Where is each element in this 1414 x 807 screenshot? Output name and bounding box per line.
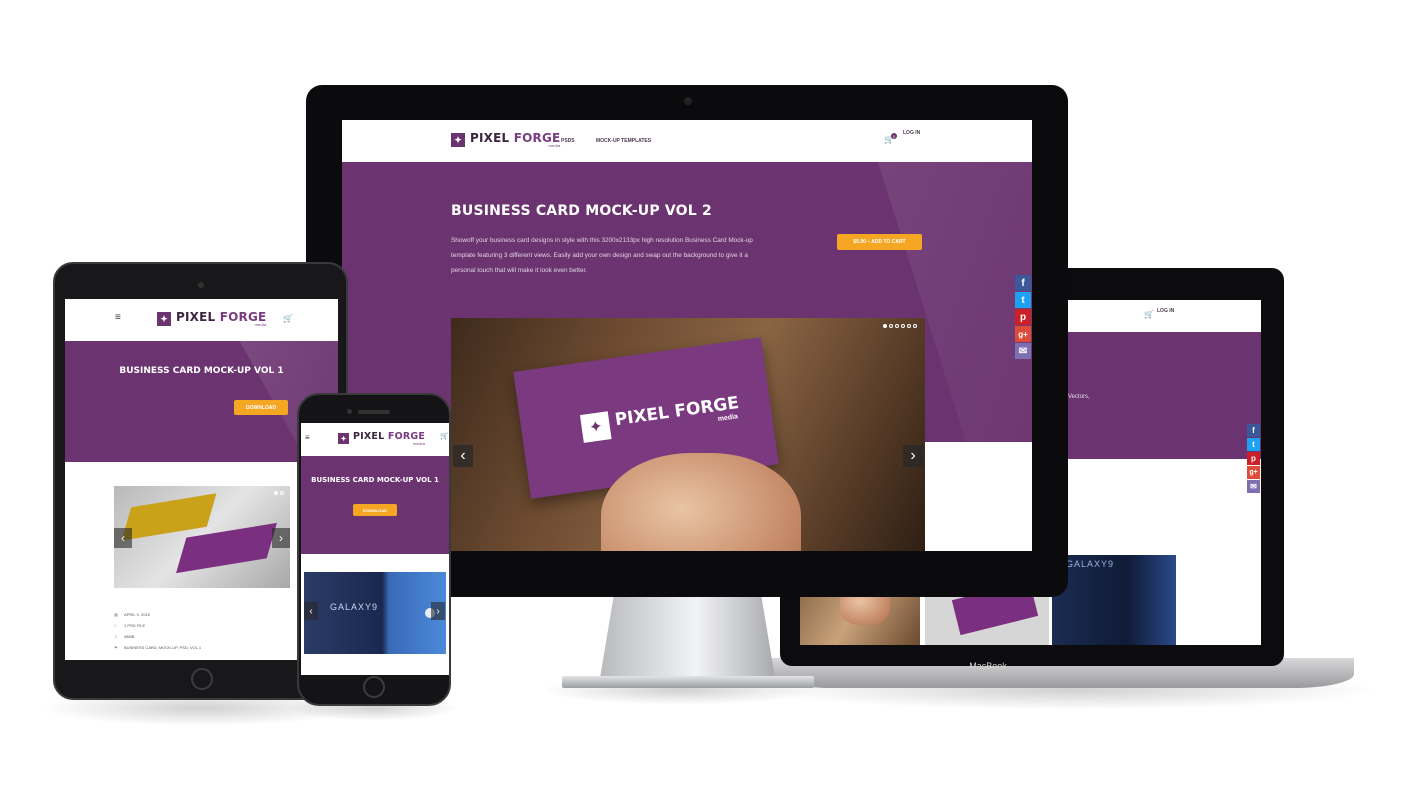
- imac-slider-card-word-1: PIXEL: [613, 402, 677, 431]
- imac-nav-psds[interactable]: PSDS: [561, 138, 575, 144]
- imac-add-to-cart-button[interactable]: $5.00 – ADD TO CART: [837, 234, 922, 250]
- tablet-meta-date: ▦ APRIL 3, 2015: [114, 609, 201, 620]
- laptop-social-bar: f t p g+ ✉: [1247, 424, 1260, 493]
- imac-slider-card-logo-mark: ✦: [579, 411, 612, 443]
- phone-logo-sub: media: [413, 440, 426, 446]
- laptop-thumb-3-label: GALAXY9: [1066, 559, 1115, 569]
- tablet-slider-prev-button[interactable]: ‹: [114, 528, 132, 548]
- phone-home-button[interactable]: [363, 676, 385, 698]
- phone-logo[interactable]: ✦ PIXEL FORGE media: [338, 432, 425, 446]
- file-icon: □: [114, 623, 117, 628]
- phone-download-button[interactable]: DOWNLOAD: [353, 504, 397, 516]
- tablet-meta-size: ⇩ 38MB: [114, 631, 201, 642]
- laptop-brand: MacBook: [969, 661, 1007, 671]
- imac-nav-mockups[interactable]: MOCK-UP TEMPLATES: [596, 138, 651, 144]
- laptop-email-icon[interactable]: ✉: [1247, 480, 1260, 493]
- tablet-hero-title: BUSINESS CARD MOCK-UP VOL 1: [119, 366, 284, 376]
- imac-hero-description: Showoff your business card designs in st…: [451, 237, 753, 274]
- phone-screen: ≡ ✦ PIXEL FORGE media 🛒 BUSINESS CARD MO…: [301, 423, 449, 675]
- laptop-pinterest-icon[interactable]: p: [1247, 452, 1260, 465]
- download-icon: ⇩: [114, 634, 118, 639]
- phone-logo-mark: ✦: [338, 433, 349, 445]
- tablet-meta-tags-text: BUSINESS CARD, MOCK-UP, PSD, VOL 1: [124, 645, 202, 650]
- slider-dot[interactable]: [883, 324, 887, 328]
- tablet-camera: [198, 282, 204, 288]
- tablet-meta-list: ▦ APRIL 3, 2015 □ 1 PSD FILE ⇩ 38MB ⚑ BUSINE…: [114, 609, 201, 653]
- imac-camera: [684, 97, 692, 105]
- phone-product-image: GALAXY9 ‹ ›: [304, 572, 446, 654]
- tablet-home-button[interactable]: [191, 668, 213, 690]
- tablet-menu-icon[interactable]: ≡: [115, 312, 121, 323]
- tablet-slider-dot-active[interactable]: [274, 491, 278, 495]
- tablet-logo-word-1: PIXEL: [176, 310, 220, 324]
- tablet-card-yellow: [121, 493, 217, 541]
- phone-slider-next-button[interactable]: ›: [431, 602, 445, 620]
- tablet-logo-text: PIXEL FORGE media: [176, 311, 266, 327]
- phone-cart-icon[interactable]: 🛒: [440, 432, 449, 440]
- phone-logo-text: PIXEL FORGE media: [353, 432, 425, 446]
- imac-email-icon[interactable]: ✉: [1015, 343, 1031, 359]
- tablet-meta-date-text: APRIL 3, 2015: [124, 612, 150, 617]
- tablet-logo[interactable]: ✦ PIXEL FORGE media: [157, 311, 266, 327]
- imac-logo-mark: ✦: [451, 133, 465, 147]
- imac-login-link[interactable]: LOG IN: [903, 130, 920, 136]
- imac-stand: [600, 594, 775, 678]
- imac-pinterest-icon[interactable]: p: [1015, 309, 1031, 325]
- calendar-icon: ▦: [114, 612, 118, 617]
- tablet-card-purple: [176, 522, 277, 574]
- imac-slider-next-button[interactable]: ›: [903, 445, 923, 467]
- tablet-slider-dot[interactable]: [280, 491, 284, 495]
- laptop-cart-icon[interactable]: 🛒: [1144, 310, 1154, 319]
- imac-slider-prev-button[interactable]: ‹: [453, 445, 473, 467]
- tablet-slider-next-button[interactable]: ›: [272, 528, 290, 548]
- imac-slider-hand: [601, 453, 801, 551]
- laptop-twitter-icon[interactable]: t: [1247, 438, 1260, 451]
- phone-camera: [347, 409, 352, 414]
- slider-dot[interactable]: [889, 324, 893, 328]
- imac-slider-dots: [883, 324, 917, 328]
- imac-stand-foot: [562, 676, 814, 688]
- phone-logo-word-1: PIXEL: [353, 431, 388, 442]
- phone-hero-title: BUSINESS CARD MOCK-UP VOL 1: [311, 476, 439, 484]
- imac-cart-badge: 0: [891, 133, 897, 139]
- laptop-login-link[interactable]: LOG IN: [1157, 308, 1174, 314]
- tablet-download-button[interactable]: DOWNLOAD: [234, 400, 288, 415]
- slider-dot[interactable]: [913, 324, 917, 328]
- imac-logo[interactable]: ✦ PIXEL FORGE media: [451, 132, 560, 148]
- tablet-meta-size-text: 38MB: [124, 634, 135, 639]
- tablet-logo-mark: ✦: [157, 312, 171, 326]
- imac-product-slider: ✦ PIXEL FORGE media ‹ ›: [451, 318, 925, 551]
- imac-logo-text: PIXEL FORGE media: [470, 132, 560, 148]
- imac-slider-card-sub: media: [717, 413, 739, 423]
- tablet-meta-tags: ⚑ BUSINESS CARD, MOCK-UP, PSD, VOL 1: [114, 642, 201, 653]
- laptop-googleplus-icon[interactable]: g+: [1247, 466, 1260, 479]
- tablet-meta-files: □ 1 PSD FILE: [114, 620, 201, 631]
- laptop-thumb-3[interactable]: GALAXY9: [1052, 555, 1176, 645]
- imac-slider-card-logo-text: PIXEL FORGE: [614, 393, 741, 430]
- phone-speaker: [358, 410, 390, 414]
- phone-menu-icon[interactable]: ≡: [305, 433, 310, 442]
- slider-dot[interactable]: [907, 324, 911, 328]
- slider-dot[interactable]: [901, 324, 905, 328]
- slider-dot[interactable]: [895, 324, 899, 328]
- phone-slider-prev-button[interactable]: ‹: [304, 602, 318, 620]
- imac-hero-title: BUSINESS CARD MOCK-UP VOL 2: [451, 203, 712, 219]
- laptop-partial-text: Vectors,: [1068, 394, 1090, 400]
- imac-facebook-icon[interactable]: f: [1015, 275, 1031, 291]
- tablet-meta-files-text: 1 PSD FILE: [124, 623, 146, 628]
- phone-galaxy-label: GALAXY9: [330, 602, 379, 612]
- imac-googleplus-icon[interactable]: g+: [1015, 326, 1031, 342]
- tag-icon: ⚑: [114, 645, 118, 650]
- imac-social-bar: f t p g+ ✉: [1015, 275, 1031, 359]
- tablet-product-image: ‹ ›: [114, 486, 290, 588]
- tablet-cart-icon[interactable]: 🛒: [283, 314, 293, 323]
- laptop-facebook-icon[interactable]: f: [1247, 424, 1260, 437]
- imac-logo-word-1: PIXEL: [470, 131, 514, 145]
- imac-twitter-icon[interactable]: t: [1015, 292, 1031, 308]
